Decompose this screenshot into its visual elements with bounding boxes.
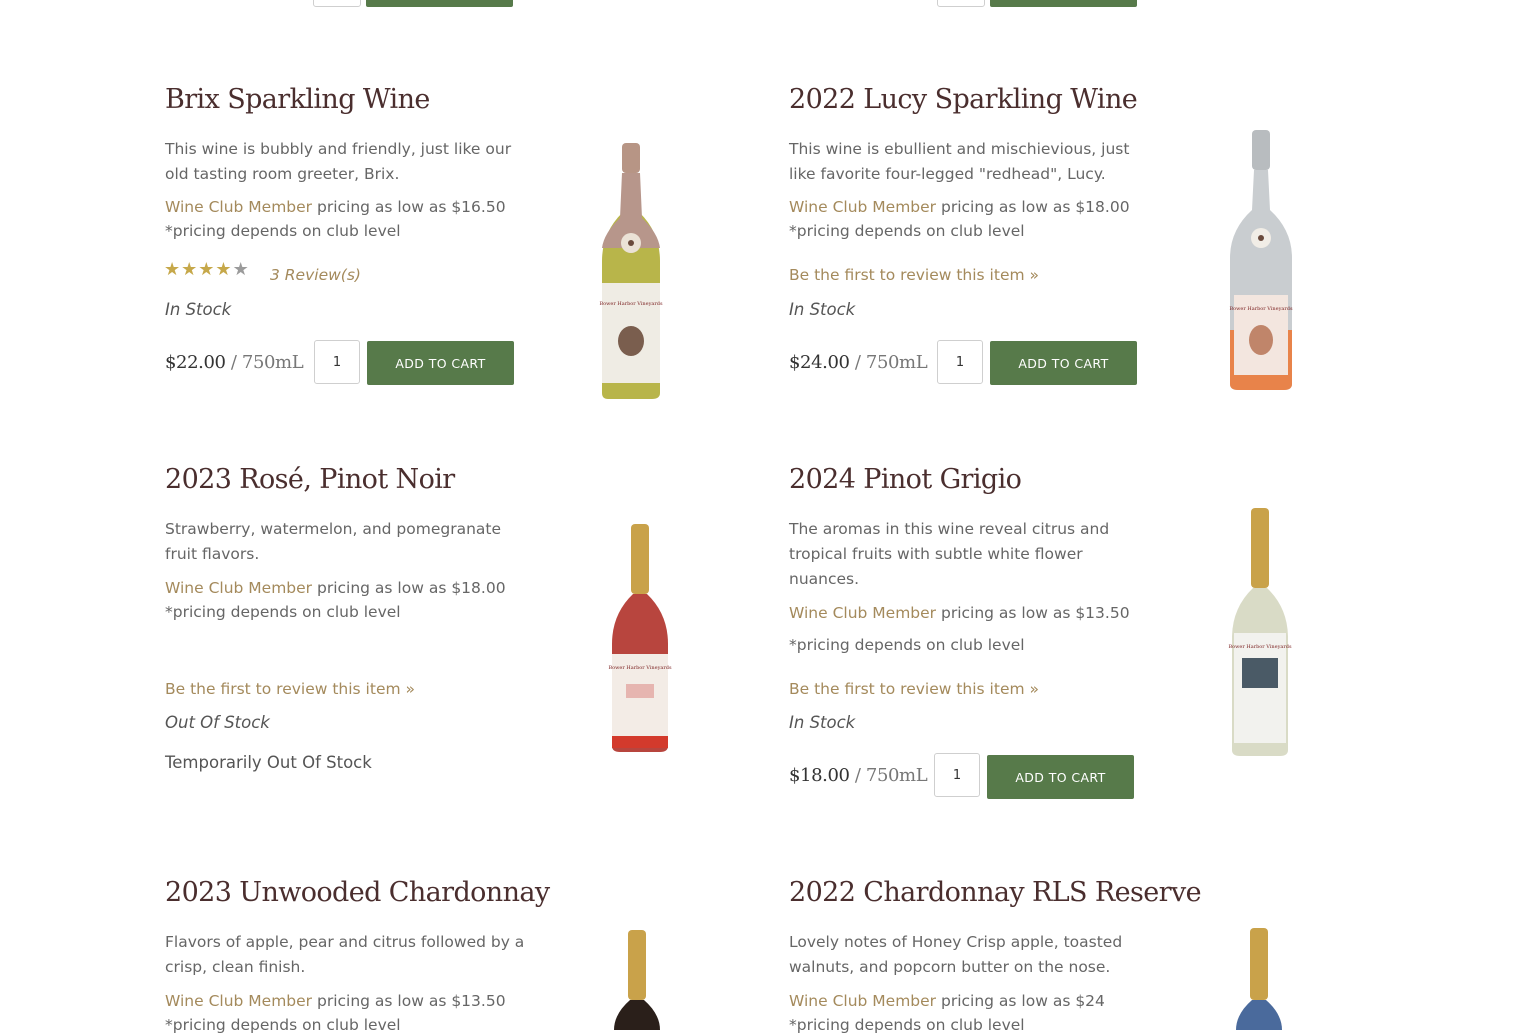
wine-club-link[interactable]: Wine Club Member	[789, 198, 936, 216]
lucy-bottle-image[interactable]: Bower Harbor Vineyards	[1226, 130, 1296, 392]
add-to-cart-button[interactable]: ADD TO CART	[990, 341, 1137, 385]
product-price: $24.00 / 750mL	[789, 352, 928, 373]
stock-status: In Stock	[789, 300, 856, 319]
product-title[interactable]: 2023 Unwooded Chardonnay	[165, 877, 550, 908]
club-pricing: Wine Club Member pricing as low as $13.5…	[165, 989, 535, 1014]
first-review-link[interactable]: Be the first to review this item »	[789, 680, 1039, 698]
club-price-text: pricing as low as $13.50	[936, 604, 1130, 622]
product-title[interactable]: 2022 Chardonnay RLS Reserve	[789, 877, 1202, 908]
product-description: This wine is bubbly and friendly, just l…	[165, 140, 512, 183]
club-pricing-note: *pricing depends on club level	[789, 222, 1025, 240]
product-description: The aromas in this wine reveal citrus an…	[789, 520, 1110, 588]
club-price-text: pricing as low as $13.50	[312, 992, 506, 1010]
quantity-input[interactable]	[314, 340, 360, 384]
club-pricing: Wine Club Member pricing as low as $18.0…	[789, 195, 1159, 220]
club-pricing-note: *pricing depends on club level	[789, 636, 1025, 654]
wine-club-link[interactable]: Wine Club Member	[789, 604, 936, 622]
club-pricing-note: *pricing depends on club level	[165, 603, 401, 621]
add-to-cart-button[interactable]: ADD TO CART	[987, 755, 1134, 799]
star-icon: ★	[164, 259, 182, 280]
club-price-text: pricing as low as $16.50	[312, 198, 506, 216]
star-icon: ★	[215, 259, 233, 280]
club-pricing-note: *pricing depends on club level	[789, 1016, 1025, 1034]
first-review-link[interactable]: Be the first to review this item »	[165, 680, 415, 698]
rating-stars: ★★★★★	[164, 259, 250, 280]
stock-status: In Stock	[789, 713, 856, 732]
review-count-link[interactable]: 3 Review(s)	[270, 266, 361, 284]
club-pricing: Wine Club Member pricing as low as $13.5…	[789, 601, 1159, 626]
wine-club-link[interactable]: Wine Club Member	[165, 198, 312, 216]
price-value: $24.00	[789, 352, 850, 373]
rose-bottle-image[interactable]: Bower Harbor Vineyards	[608, 524, 672, 754]
product-title[interactable]: Brix Sparkling Wine	[165, 84, 430, 115]
svg-text:Bower Harbor Vineyards: Bower Harbor Vineyards	[599, 301, 663, 307]
svg-text:Bower Harbor Vineyards: Bower Harbor Vineyards	[1228, 644, 1292, 650]
star-half-icon: ★	[232, 259, 250, 280]
club-price-text: pricing as low as $18.00	[312, 579, 506, 597]
club-pricing-note: *pricing depends on club level	[165, 1016, 401, 1034]
wine-club-link[interactable]: Wine Club Member	[789, 992, 936, 1010]
add-to-cart-button[interactable]: ADD TO CART	[367, 341, 514, 385]
chardonnay-reserve-bottle-image[interactable]	[1234, 928, 1284, 1030]
price-unit: / 750mL	[225, 352, 304, 373]
first-review-link[interactable]: Be the first to review this item »	[789, 266, 1039, 284]
star-icon: ★	[181, 259, 199, 280]
club-pricing-note: *pricing depends on club level	[165, 222, 401, 240]
product-title[interactable]: 2023 Rosé, Pinot Noir	[165, 464, 455, 495]
product-price: $22.00 / 750mL	[165, 352, 304, 373]
product-description: This wine is ebullient and mischievious,…	[789, 140, 1130, 183]
qty-input-partial-right[interactable]	[937, 0, 985, 7]
qty-input-partial-left[interactable]	[313, 0, 361, 7]
brix-bottle-image[interactable]: Bower Harbor Vineyards	[596, 143, 666, 400]
product-title[interactable]: 2024 Pinot Grigio	[789, 464, 1022, 495]
club-price-text: pricing as low as $24	[936, 992, 1105, 1010]
wine-club-link[interactable]: Wine Club Member	[165, 579, 312, 597]
svg-text:Bower Harbor Vineyards: Bower Harbor Vineyards	[1229, 306, 1293, 312]
wine-club-link[interactable]: Wine Club Member	[165, 992, 312, 1010]
club-pricing: Wine Club Member pricing as low as $16.5…	[165, 195, 535, 220]
product-price: $18.00 / 750mL	[789, 765, 928, 786]
quantity-input[interactable]	[934, 753, 980, 797]
quantity-input[interactable]	[937, 340, 983, 384]
add-to-cart-button-partial-right[interactable]	[990, 0, 1137, 7]
pinot-grigio-bottle-image[interactable]: Bower Harbor Vineyards	[1228, 508, 1292, 758]
club-pricing: Wine Club Member pricing as low as $24	[789, 989, 1159, 1014]
unwooded-chardonnay-bottle-image[interactable]	[612, 930, 662, 1030]
product-description: Lovely notes of Honey Crisp apple, toast…	[789, 933, 1123, 976]
price-value: $18.00	[789, 765, 850, 786]
club-price-text: pricing as low as $18.00	[936, 198, 1130, 216]
star-icon: ★	[198, 259, 216, 280]
product-title[interactable]: 2022 Lucy Sparkling Wine	[789, 84, 1138, 115]
product-description: Strawberry, watermelon, and pomegranate …	[165, 520, 502, 563]
price-unit: / 750mL	[849, 765, 928, 786]
stock-status: Out Of Stock	[165, 713, 270, 732]
product-description: Flavors of apple, pear and citrus follow…	[165, 933, 525, 976]
price-unit: / 750mL	[849, 352, 928, 373]
stock-status: In Stock	[165, 300, 232, 319]
out-of-stock-message: Temporarily Out Of Stock	[165, 753, 372, 772]
svg-text:Bower Harbor Vineyards: Bower Harbor Vineyards	[608, 665, 672, 671]
price-value: $22.00	[165, 352, 226, 373]
club-pricing: Wine Club Member pricing as low as $18.0…	[165, 576, 535, 601]
add-to-cart-button-partial-left[interactable]	[366, 0, 513, 7]
